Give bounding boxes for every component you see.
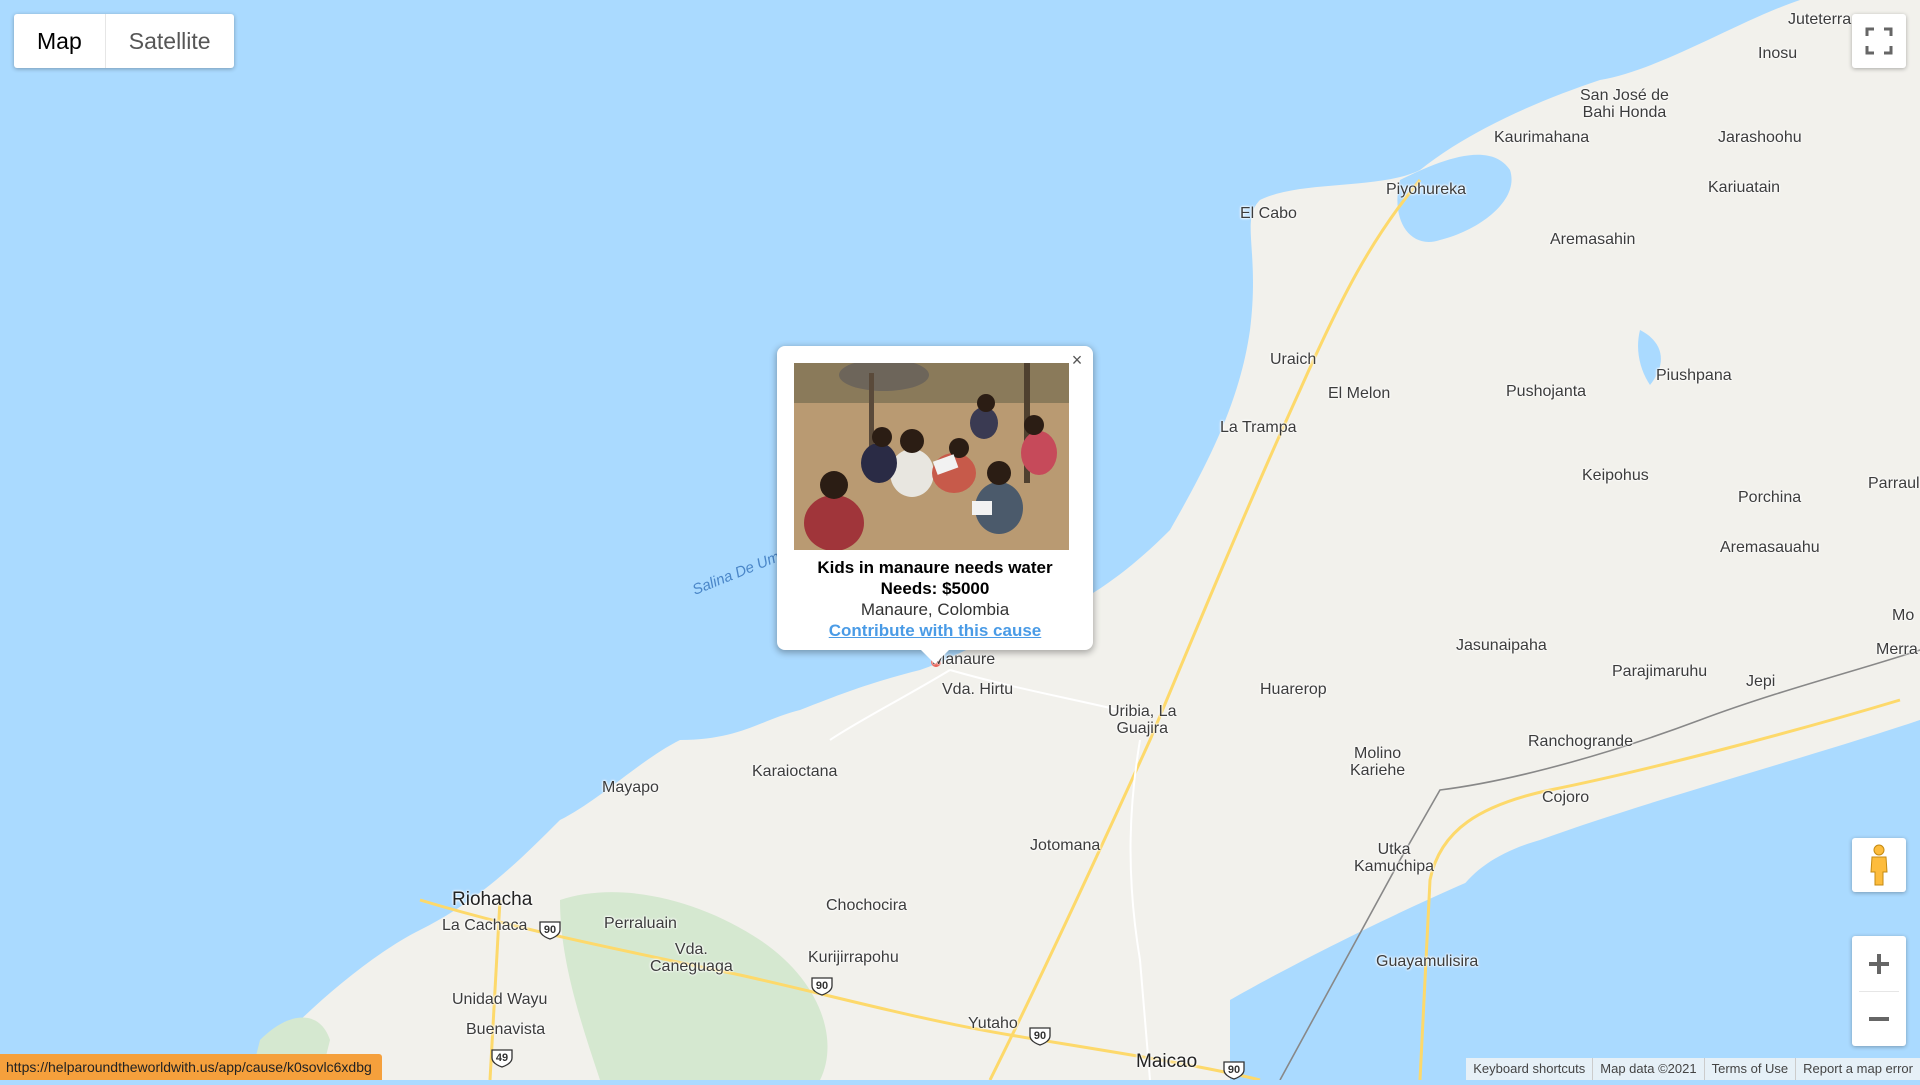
minus-icon [1869,1016,1889,1021]
place-label: Utka Kamuchipa [1354,841,1435,875]
map-type-satellite-button[interactable]: Satellite [106,14,234,68]
place-label: Kurijirrapohu [808,949,899,966]
info-window: × Kids in manaure needs water Needs: $50… [777,346,1093,664]
place-label: Yutaho [968,1015,1018,1032]
route-shield: 90 [810,976,834,996]
place-label: Vda. Hirtu [942,681,1014,698]
place-label: Uribia, La Guajira [1108,703,1177,737]
pegman-icon [1870,844,1888,886]
zoom-control [1852,936,1906,1046]
place-label: Piushpana [1656,367,1732,384]
info-window-content: Kids in manaure needs water Needs: $5000… [777,550,1093,641]
contribute-link[interactable]: Contribute with this cause [777,620,1093,641]
place-label: Inosu [1758,45,1798,62]
place-label: San José de Bahi Honda [1580,87,1669,121]
report-map-error-link[interactable]: Report a map error [1795,1058,1920,1080]
place-label: El Cabo [1240,205,1297,222]
place-label: Aremasauahu [1720,539,1820,556]
place-label: Vda. Caneguaga [650,941,733,975]
map-type-map-button[interactable]: Map [14,14,106,68]
zoom-in-button[interactable] [1852,937,1906,991]
terms-of-use-link[interactable]: Terms of Use [1703,1058,1796,1080]
place-label: La Trampa [1220,419,1297,436]
link-status-bar: https://helparoundtheworldwith.us/app/ca… [0,1054,382,1080]
place-label: Jasunaipaha [1456,637,1547,654]
place-label: Kaurimahana [1494,129,1590,146]
place-label: Kariuatain [1708,179,1781,196]
place-label: Cojoro [1542,789,1590,806]
keyboard-shortcuts-link[interactable]: Keyboard shortcuts [1466,1058,1592,1080]
place-label: Karaioctana [752,763,838,780]
place-label: Pushojanta [1506,383,1587,400]
place-label: Merra [1876,641,1918,658]
place-label: Buenavista [466,1021,546,1038]
route-shield: 90 [538,920,562,940]
map-type-control: Map Satellite [14,14,234,68]
zoom-out-button[interactable] [1852,992,1906,1046]
route-shield: 90 [1028,1026,1052,1046]
plus-icon [1869,953,1889,974]
cause-title: Kids in manaure needs water [817,558,1053,577]
cause-photo [794,363,1069,550]
place-label: El Melon [1328,385,1391,402]
place-label: Piyohureka [1386,181,1467,198]
map-footer: Keyboard shortcuts Map data ©2021 Terms … [1466,1058,1920,1080]
street-view-pegman[interactable] [1852,838,1906,892]
info-window-pointer [920,649,950,664]
place-label: Huarerop [1260,681,1327,698]
place-label: Mayapo [602,779,659,796]
place-label: Parajimaruhu [1612,663,1708,680]
place-label: Mo [1892,607,1915,624]
place-label: Aremasahin [1550,231,1636,248]
place-label: Molino Kariehe [1350,745,1406,779]
place-label: Perraluain [604,915,677,932]
place-label: Keipohus [1582,467,1649,484]
place-label: Jotomana [1030,837,1101,854]
route-shield: 49 [490,1048,514,1068]
place-label: Porchina [1738,489,1802,506]
place-label: Maicao [1136,1051,1198,1072]
fullscreen-button[interactable] [1852,14,1906,68]
cause-needs: Needs: $5000 [880,579,990,598]
place-label: Ranchogrande [1528,733,1633,750]
place-label: Uraich [1270,351,1317,368]
route-shield: 90 [1222,1060,1246,1080]
map-data-attribution: Map data ©2021 [1592,1058,1703,1080]
place-label: Riohacha [452,889,533,910]
fullscreen-icon [1865,27,1893,55]
place-label: La Cachaca [442,917,528,934]
place-label: Guayamulisira [1376,953,1479,970]
place-label: Chochocira [826,897,907,914]
place-label: Parraul [1868,475,1920,492]
place-label: Jarashoohu [1718,129,1802,146]
cause-location: Manaure, Colombia [860,600,1010,619]
place-label: Unidad Wayu [452,991,548,1008]
place-label: Juteterra [1788,11,1852,28]
place-label: Jepi [1746,673,1776,690]
